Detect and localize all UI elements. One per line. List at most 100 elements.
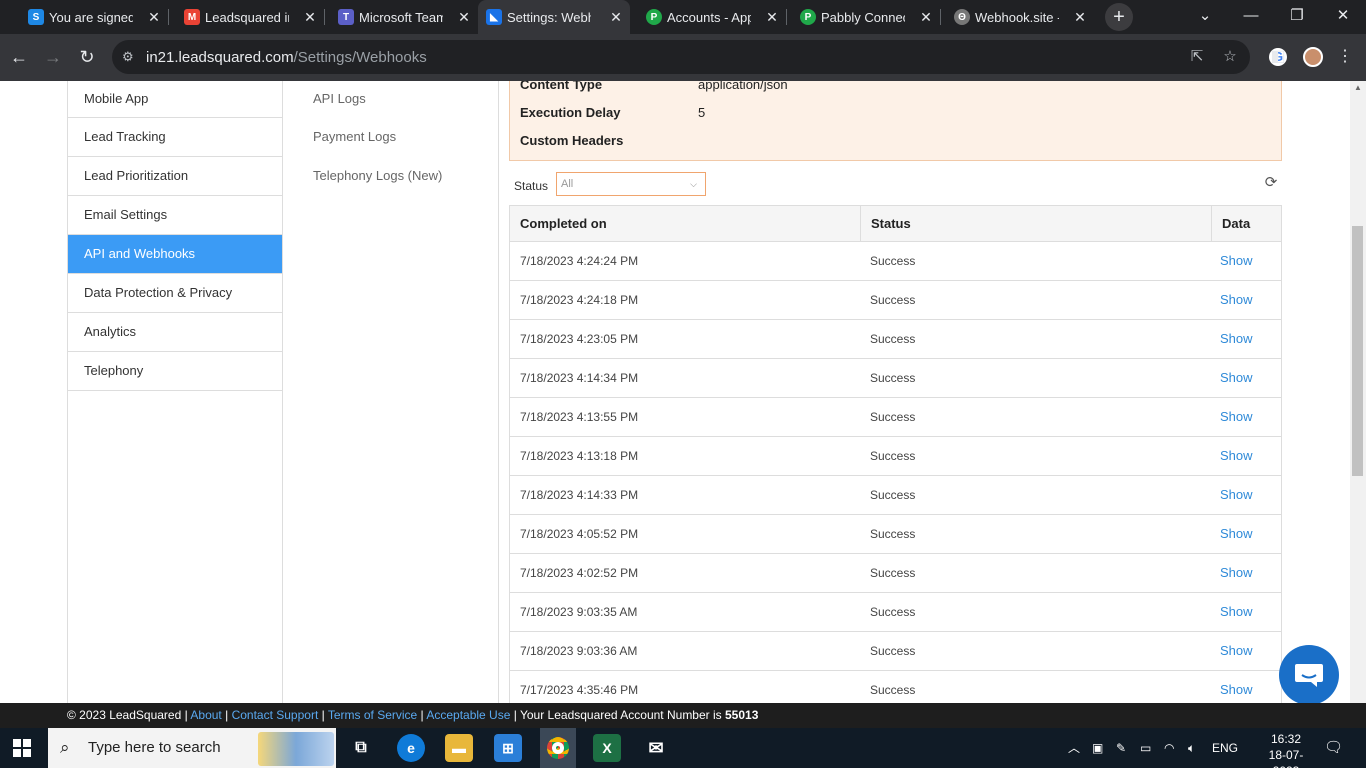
table-row: 7/18/2023 4:23:05 PM Success Show <box>510 320 1281 359</box>
browser-tab[interactable]: T Microsoft Teams ✕ <box>330 0 478 34</box>
avatar[interactable] <box>1303 47 1323 67</box>
cell-status: Success <box>870 254 916 268</box>
tab-title: Microsoft Teams <box>359 9 443 25</box>
edge-icon[interactable]: e <box>397 734 425 762</box>
footer-link-contact-support[interactable]: Contact Support <box>232 708 319 722</box>
file-explorer-icon[interactable]: ▬ <box>445 734 473 762</box>
show-data-link[interactable]: Show <box>1220 515 1253 553</box>
close-icon[interactable]: ✕ <box>608 9 624 25</box>
address-bar[interactable]: ⚙ in21.leadsquared.com/Settings/Webhooks… <box>112 40 1287 74</box>
footer-link-terms[interactable]: Terms of Service <box>328 708 417 722</box>
sub-nav-payment-logs[interactable]: Payment Logs <box>283 118 498 157</box>
forward-button[interactable]: → <box>41 45 65 69</box>
minimize-button[interactable]: — <box>1228 0 1274 34</box>
close-icon[interactable]: ✕ <box>302 9 318 25</box>
footer-link-about[interactable]: About <box>190 708 221 722</box>
volume-icon[interactable]: 🔈︎ <box>1188 728 1195 768</box>
chevron-down-icon: ⌵ <box>690 179 697 189</box>
nav-item-api-webhooks[interactable]: API and Webhooks <box>68 235 282 274</box>
cell-completed-on: 7/18/2023 4:14:33 PM <box>520 488 639 502</box>
new-tab-button[interactable]: + <box>1105 3 1133 31</box>
notification-icon[interactable]: 🗨︎ <box>1324 728 1343 768</box>
cell-status: Success <box>870 605 916 619</box>
refresh-icon[interactable]: ⟳ <box>1262 174 1280 192</box>
pabbly-icon: P <box>646 9 662 25</box>
chevron-up-icon[interactable]: ︿ <box>1068 728 1080 768</box>
show-data-link[interactable]: Show <box>1220 398 1253 436</box>
bookmark-star-icon[interactable]: ☆ <box>1220 47 1240 67</box>
sub-nav-api-logs[interactable]: API Logs <box>283 81 498 118</box>
task-view-icon[interactable]: ⧉ <box>347 734 375 762</box>
footer-link-acceptable-use[interactable]: Acceptable Use <box>426 708 510 722</box>
close-icon[interactable]: ✕ <box>1072 9 1088 25</box>
store-icon[interactable]: ⊞ <box>494 734 522 762</box>
tab-search-icon[interactable]: ⌄ <box>1182 0 1228 34</box>
sub-nav-telephony-logs[interactable]: Telephony Logs (New) <box>283 157 498 196</box>
show-data-link[interactable]: Show <box>1220 632 1253 670</box>
nav-item-mobile-app[interactable]: Mobile App <box>68 81 282 118</box>
close-icon[interactable]: ✕ <box>456 9 472 25</box>
nav-item-telephony[interactable]: Telephony <box>68 352 282 391</box>
show-data-link[interactable]: Show <box>1220 242 1253 280</box>
nav-item-data-protection[interactable]: Data Protection & Privacy <box>68 274 282 313</box>
chat-widget-button[interactable] <box>1279 645 1339 705</box>
browser-tab[interactable]: P Pabbly Connect ✕ <box>792 0 940 34</box>
show-data-link[interactable]: Show <box>1220 320 1253 358</box>
close-icon[interactable]: ✕ <box>918 9 934 25</box>
meet-now-icon[interactable]: ▣ <box>1092 728 1103 768</box>
side-panel-icon[interactable]: ◧ <box>1267 46 1289 68</box>
column-header-data[interactable]: Data <box>1211 206 1250 241</box>
show-data-link[interactable]: Show <box>1220 281 1253 319</box>
column-header-status[interactable]: Status <box>860 206 1211 241</box>
nav-item-analytics[interactable]: Analytics <box>68 313 282 352</box>
show-data-link[interactable]: Show <box>1220 671 1253 703</box>
nav-item-email-settings[interactable]: Email Settings <box>68 196 282 235</box>
show-data-link[interactable]: Show <box>1220 476 1253 514</box>
browser-tab[interactable]: M Leadsquared in ✕ <box>176 0 324 34</box>
excel-icon[interactable]: X <box>593 734 621 762</box>
site-info-icon[interactable]: ⚙ <box>122 49 134 65</box>
battery-icon[interactable]: ▭ <box>1140 728 1151 768</box>
reload-button[interactable]: ↻ <box>75 45 99 69</box>
show-data-link[interactable]: Show <box>1220 437 1253 475</box>
browser-tab[interactable]: P Accounts - App ✕ <box>638 0 786 34</box>
browser-tab[interactable]: S You are signed in ✕ <box>20 0 168 34</box>
back-button[interactable]: ← <box>7 45 31 69</box>
close-icon[interactable]: ✕ <box>146 9 162 25</box>
cell-status: Success <box>870 449 916 463</box>
browser-tab[interactable]: Θ Webhook.site - ✕ <box>946 0 1094 34</box>
close-icon[interactable]: ✕ <box>764 9 780 25</box>
page-scrollbar[interactable]: ▲ ▼ <box>1350 81 1366 720</box>
column-header-completed-on[interactable]: Completed on <box>520 206 607 241</box>
scrollbar-thumb[interactable] <box>1352 226 1363 476</box>
restore-button[interactable]: ❐ <box>1274 0 1320 34</box>
menu-icon[interactable]: ⋮ <box>1334 46 1356 68</box>
scroll-up-icon[interactable]: ▲ <box>1354 83 1362 92</box>
wifi-icon[interactable]: ◠ <box>1164 728 1174 768</box>
cell-status: Success <box>870 683 916 697</box>
language-indicator[interactable]: ENG <box>1212 728 1238 768</box>
windows-start-icon[interactable] <box>13 739 31 757</box>
show-data-link[interactable]: Show <box>1220 554 1253 592</box>
nav-item-lead-prioritization[interactable]: Lead Prioritization <box>68 157 282 196</box>
show-data-link[interactable]: Show <box>1220 593 1253 631</box>
table-row: 7/18/2023 9:03:36 AM Success Show <box>510 632 1281 671</box>
status-filter-select[interactable]: All ⌵ <box>556 172 706 196</box>
gmail-icon: M <box>184 9 200 25</box>
taskbar-search-input[interactable]: ⌕ Type here to search <box>48 728 336 768</box>
mail-icon[interactable]: ✉ <box>642 734 670 762</box>
chrome-icon[interactable] <box>540 728 576 768</box>
status-filter-value: All <box>561 178 574 190</box>
clock-date: 18-07-2023 <box>1268 748 1304 778</box>
close-window-button[interactable]: ✕ <box>1320 0 1366 34</box>
taskbar-clock[interactable]: 16:32 18-07-2023 <box>1256 731 1316 779</box>
browser-tab-active[interactable]: ◣ Settings: Webhooks ✕ <box>478 0 630 34</box>
url-text[interactable]: in21.leadsquared.com/Settings/Webhooks <box>146 49 427 66</box>
nav-item-lead-tracking[interactable]: Lead Tracking <box>68 118 282 157</box>
webhook-config-panel: Content Type application/json Execution … <box>509 81 1282 161</box>
show-data-link[interactable]: Show <box>1220 359 1253 397</box>
windows-taskbar: ⌕ Type here to search ⧉ e ▬ ⊞ X ✉ ︿ ▣ ✎ … <box>0 728 1366 778</box>
cell-status: Success <box>870 488 916 502</box>
share-icon[interactable]: ⇱ <box>1187 47 1207 67</box>
notes-icon[interactable]: ✎ <box>1116 728 1126 768</box>
